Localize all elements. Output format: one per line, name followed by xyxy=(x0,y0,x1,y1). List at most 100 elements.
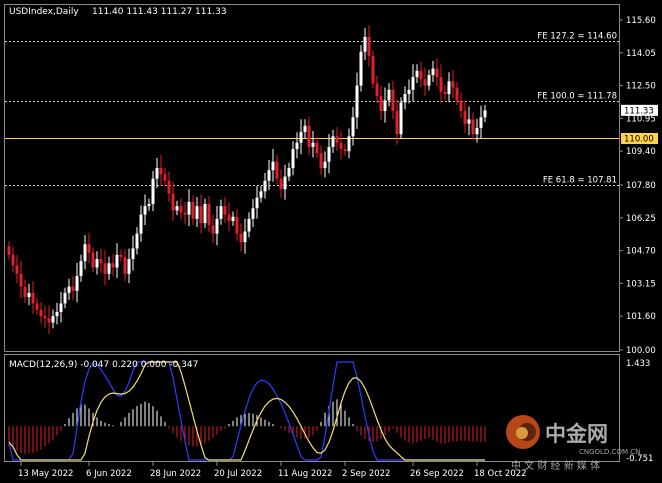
candle-body xyxy=(367,36,371,56)
y-tick-label: 101.60 xyxy=(626,312,656,322)
candle-body xyxy=(303,125,307,133)
candle-body xyxy=(191,201,195,219)
candle-body xyxy=(335,136,339,143)
candle-body xyxy=(259,191,263,198)
y-tick-label: 115.60 xyxy=(626,16,656,26)
candle-body xyxy=(371,55,375,84)
candle-body xyxy=(411,77,415,90)
ohlc-readout: 111.40 111.43 111.27 111.33 xyxy=(92,7,227,17)
candle-body xyxy=(463,110,467,124)
candle-body xyxy=(163,174,167,181)
candle-body xyxy=(483,110,487,118)
candle-body xyxy=(295,142,299,150)
candle-body xyxy=(195,206,199,219)
candle-body xyxy=(119,254,123,257)
symbol-label: USDIndex,Daily xyxy=(9,7,79,17)
candle-body xyxy=(267,170,271,181)
candle-body xyxy=(55,311,59,317)
candle-body xyxy=(251,208,255,219)
candle-body xyxy=(207,204,211,226)
candle-body xyxy=(139,214,143,234)
candle-body xyxy=(219,206,223,219)
candle-body xyxy=(475,127,479,135)
current-price-tag: 111.33 xyxy=(621,104,658,116)
candle-body xyxy=(403,94,407,103)
x-tick-label: 2 Sep 2022 xyxy=(342,469,390,479)
candle-body xyxy=(315,142,319,154)
candle-body xyxy=(15,265,19,274)
candle-body xyxy=(179,206,183,213)
candle-body xyxy=(459,100,463,111)
candle-body xyxy=(387,89,391,101)
macd-top-value: 1.433 xyxy=(626,359,650,369)
support-price-label: 110.00 xyxy=(624,135,654,145)
candle-body xyxy=(91,252,95,268)
y-tick-label: 106.25 xyxy=(626,214,656,224)
watermark-site: CNGOLD.COM.CN xyxy=(579,448,640,456)
candle-body xyxy=(311,142,315,147)
y-tick-label: 112.50 xyxy=(626,82,656,92)
candle-body xyxy=(399,102,403,135)
candle-body xyxy=(23,286,27,298)
candle-body xyxy=(75,275,79,291)
x-tick-label: 20 Jul 2022 xyxy=(214,469,262,479)
candle-body xyxy=(87,244,91,253)
candle-body xyxy=(275,161,279,179)
candle-body xyxy=(95,259,99,268)
candle-body xyxy=(467,119,471,124)
candle-body xyxy=(135,233,139,249)
y-tick-label: 100.00 xyxy=(626,346,656,356)
macd-label: MACD(12,26,9) -0.047 0.220 0.000 -0.347 xyxy=(9,360,198,370)
candle-body xyxy=(111,263,115,268)
candle-body xyxy=(331,136,335,147)
candle-body xyxy=(235,216,239,234)
candle-body xyxy=(203,204,207,224)
candle-body xyxy=(171,193,175,211)
y-tick-label: 109.40 xyxy=(626,147,656,157)
candle-body xyxy=(383,100,387,111)
candle-body xyxy=(215,218,219,234)
candle-body xyxy=(351,117,355,137)
candle-body xyxy=(407,89,411,95)
candle-body xyxy=(175,206,179,211)
candle-body xyxy=(447,81,451,95)
candle-body xyxy=(395,110,399,135)
y-tick-label: 104.70 xyxy=(626,247,656,257)
watermark-brand: 中金网 xyxy=(545,422,608,446)
candle-body xyxy=(19,273,23,287)
candle-body xyxy=(231,216,235,221)
candle-body xyxy=(27,292,31,298)
x-tick-label: 6 Jun 2022 xyxy=(86,469,132,479)
candle-body xyxy=(419,70,423,80)
candle-body xyxy=(391,89,395,111)
candle-body xyxy=(127,259,131,274)
candle-body xyxy=(299,132,303,143)
candle-body xyxy=(379,96,383,111)
candle-body xyxy=(239,233,243,243)
candle-body xyxy=(199,206,203,224)
candle-body xyxy=(67,286,71,293)
candle-body xyxy=(151,178,155,205)
watermark-tagline: 中 文 财 经 新 媒 体 xyxy=(511,459,600,472)
candle-body xyxy=(359,51,363,86)
candle-body xyxy=(339,142,343,150)
candle-body xyxy=(283,176,287,190)
candle-body xyxy=(131,248,135,260)
candle-body xyxy=(47,318,51,323)
x-tick-label: 26 Sep 2022 xyxy=(410,469,464,479)
candle-body xyxy=(183,212,187,215)
candle-body xyxy=(271,161,275,171)
y-tick-label: 103.15 xyxy=(626,279,656,289)
candle-body xyxy=(7,246,11,255)
y-tick-label: 107.80 xyxy=(626,181,656,191)
candle-body xyxy=(423,79,427,86)
candle-body xyxy=(159,168,163,175)
candle-body xyxy=(347,136,351,152)
candle-body xyxy=(291,149,295,169)
candle-body xyxy=(455,87,459,101)
candle-body xyxy=(115,254,119,268)
candle-body xyxy=(63,292,67,304)
candle-body xyxy=(227,214,231,221)
candle-body xyxy=(59,303,63,312)
candle-body xyxy=(323,161,327,169)
